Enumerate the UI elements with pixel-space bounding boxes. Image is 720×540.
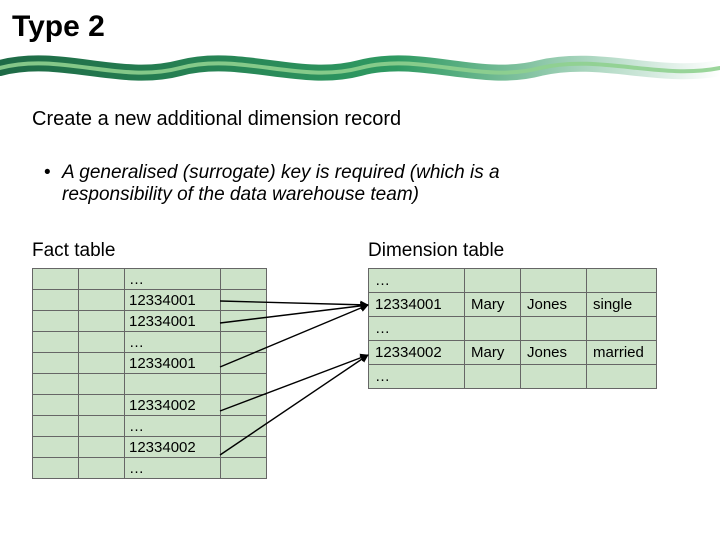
slide-subtitle: Create a new additional dimension record [32, 108, 401, 131]
table-row: 12334001 [33, 353, 267, 374]
table-row [33, 374, 267, 395]
bullet-point: •A generalised (surrogate) key is requir… [44, 162, 664, 206]
table-row: 12334001MaryJonessingle [369, 293, 657, 317]
bullet-line2: responsibility of the data warehouse tea… [62, 184, 664, 206]
decorative-wave [0, 48, 720, 88]
table-row: … [33, 458, 267, 479]
table-row: 12334002 [33, 395, 267, 416]
table-row: 12334002 [33, 437, 267, 458]
table-row: … [33, 269, 267, 290]
bullet-line1: A generalised (surrogate) key is require… [62, 162, 500, 183]
bullet-dot: • [44, 162, 62, 184]
table-row: 12334001 [33, 311, 267, 332]
table-row: … [369, 365, 657, 389]
slide-title: Type 2 [0, 0, 720, 46]
fact-table-label: Fact table [32, 240, 115, 262]
table-row: … [369, 269, 657, 293]
table-row: … [33, 332, 267, 353]
dimension-table: … 12334001MaryJonessingle … 12334002Mary… [368, 268, 657, 389]
table-row: … [33, 416, 267, 437]
fact-table: … 12334001 12334001 … 12334001 12334002 … [32, 268, 267, 479]
table-row: 12334002MaryJonesmarried [369, 341, 657, 365]
table-row: … [369, 317, 657, 341]
dimension-table-label: Dimension table [368, 240, 504, 262]
table-row: 12334001 [33, 290, 267, 311]
